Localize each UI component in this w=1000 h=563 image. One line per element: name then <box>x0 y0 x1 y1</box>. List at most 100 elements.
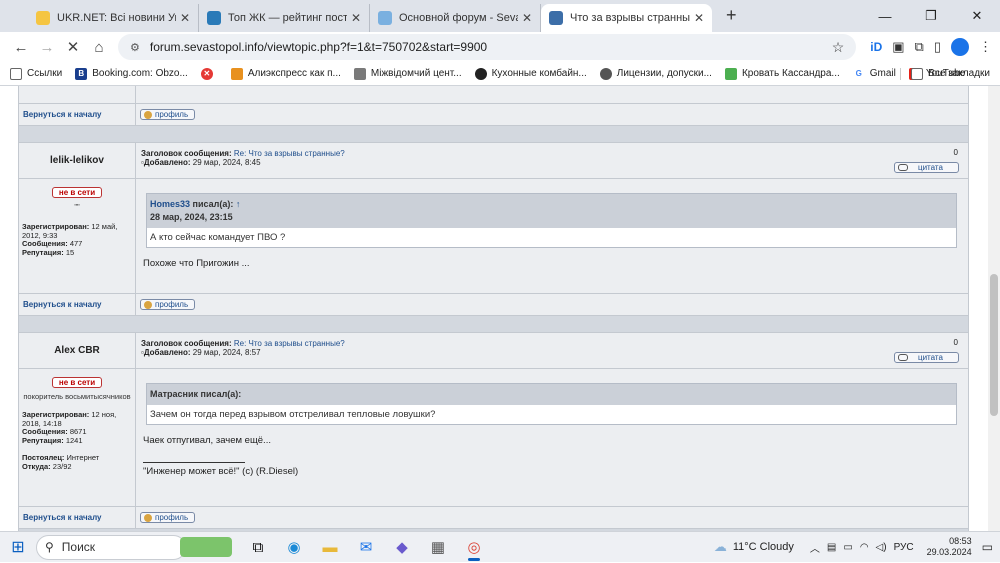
bookmark-aliexpress[interactable]: Алиэкспресс как п... <box>230 67 341 80</box>
quote-button[interactable]: цитата <box>894 162 959 173</box>
profile-button[interactable]: профиль <box>140 512 196 523</box>
quote-author-link[interactable]: Homes33 <box>150 199 190 209</box>
tab-title: UKR.NET: Всі новини України, ... <box>57 12 176 24</box>
weather-widget[interactable]: ☁ 11°C Cloudy <box>714 539 794 555</box>
bookmark-kitchen[interactable]: Кухонные комбайн... <box>474 67 587 80</box>
signature-divider <box>143 462 245 463</box>
back-icon[interactable]: ← <box>8 39 34 56</box>
bookmark-booking[interactable]: B Booking.com: Obzo... <box>75 67 188 80</box>
url-field[interactable]: ⚙ forum.sevastopol.info/viewtopic.php?f=… <box>118 34 857 60</box>
extension-id-icon[interactable]: iD <box>870 40 882 54</box>
forum-topic: Вернуться к началу профиль lelik-lelikov… <box>18 86 969 531</box>
back-to-top-link[interactable]: Вернуться к началу <box>19 294 136 315</box>
new-tab-button[interactable]: + <box>726 5 737 26</box>
post-author[interactable]: Alex CBR <box>19 333 136 368</box>
close-icon[interactable]: ✕ <box>522 11 532 25</box>
google-icon: G <box>852 67 865 80</box>
taskbar-search[interactable]: ⚲ Поиск <box>36 534 186 560</box>
bookmark-links[interactable]: Ссылки <box>10 67 62 80</box>
profile-avatar-icon[interactable] <box>951 38 969 56</box>
quote-text: А кто сейчас командует ПВО ? <box>147 228 956 247</box>
reputation-value: 1241 <box>65 435 83 445</box>
page-scrollbar[interactable] <box>988 86 1000 531</box>
post-number: 0 <box>953 338 958 347</box>
taskbar: ⊞ ⚲ Поиск ⧉ ◉ ▬ ✉ ◆ ▦ ◎ ☁ 11°C Cloudy ︿ ▤ … <box>0 531 1000 562</box>
profile-icon <box>144 300 152 309</box>
page-content: Вернуться к началу профиль lelik-lelikov… <box>0 86 988 531</box>
quote-source-link[interactable]: ↑ <box>236 199 241 209</box>
edge-icon[interactable]: ◉ <box>276 532 312 563</box>
close-icon[interactable]: ✕ <box>351 11 361 25</box>
windows-start-icon[interactable]: ⊞ <box>0 532 36 563</box>
profile-button[interactable]: профиль <box>140 109 196 120</box>
user-rank: "" <box>74 202 80 211</box>
offline-status-badge: не в сети <box>52 377 102 388</box>
post-subject-link[interactable]: Re: Что за взрывы странные? <box>234 339 345 348</box>
quote-text: Зачем он тогда перед взрывом отстреливал… <box>147 405 956 424</box>
close-icon[interactable]: ✕ <box>180 11 190 25</box>
system-clock[interactable]: 08:53 29.03.2024 <box>927 536 972 558</box>
post-text: Похоже что Пригожин ... <box>143 258 250 269</box>
tab-main-forum[interactable]: Основной форум - Sevastopol... ✕ <box>370 4 541 32</box>
restore-icon[interactable]: ❐ <box>908 8 954 24</box>
bookmark-licenses[interactable]: Лицензии, допуски... <box>599 67 712 80</box>
post-header: lelik-lelikov Заголовок сообщения: Re: Ч… <box>19 143 968 179</box>
close-window-icon[interactable]: ✕ <box>954 8 1000 24</box>
building-icon <box>353 67 366 80</box>
folder-icon <box>10 67 22 80</box>
extension-icon[interactable]: ▣ <box>892 39 904 55</box>
site-info-icon[interactable]: ⚙ <box>130 41 140 54</box>
post-body: не в сети "" Зарегистрирован: 12 май, 20… <box>19 179 968 294</box>
file-explorer-icon[interactable]: ▬ <box>312 532 348 563</box>
bookmark-gmail[interactable]: G Gmail <box>852 67 896 80</box>
post-separator <box>19 316 968 333</box>
sidebar-icon[interactable]: ▯ <box>934 39 941 55</box>
chevron-up-icon[interactable]: ︿ <box>810 540 820 555</box>
post-number: 0 <box>953 148 958 157</box>
close-icon[interactable]: ✕ <box>694 11 704 25</box>
bookmark-bed[interactable]: Кровать Кассандра... <box>724 67 840 80</box>
menu-icon[interactable]: ⋮ <box>979 39 992 55</box>
volume-icon[interactable]: ◁) <box>876 542 887 553</box>
forward-icon[interactable]: → <box>34 39 60 56</box>
all-bookmarks[interactable]: Все закладки <box>900 67 990 80</box>
profile-icon <box>144 513 152 522</box>
bookmarks-bar: Ссылки B Booking.com: Obzo... ✕ Алиэкспре… <box>0 62 1000 86</box>
post-footer: Вернуться к началу профиль <box>19 294 968 316</box>
quote-button[interactable]: цитата <box>894 352 959 363</box>
url-text: forum.sevastopol.info/viewtopic.php?f=1&… <box>149 40 488 54</box>
scrollbar-thumb[interactable] <box>990 274 998 416</box>
post-subject-link[interactable]: Re: Что за взрывы странные? <box>234 149 345 158</box>
minimize-icon[interactable]: — <box>862 9 908 24</box>
back-to-top-link[interactable]: Вернуться к началу <box>19 104 136 125</box>
bookmark-x[interactable]: ✕ <box>200 67 218 80</box>
task-view-icon[interactable]: ⧉ <box>240 532 276 563</box>
speech-bubble-icon <box>898 354 908 361</box>
app-cube-icon[interactable]: ◆ <box>384 532 420 563</box>
stop-icon[interactable]: ✕ <box>60 38 86 56</box>
input-language[interactable]: РУС <box>894 542 914 553</box>
wifi-icon[interactable]: ◠ <box>860 542 869 553</box>
bookmark-mizhvid[interactable]: Міжвідомчий цент... <box>353 67 462 80</box>
tab-current-topic[interactable]: Что за взрывы странные? - Ст... ✕ <box>541 4 712 32</box>
telegram-favicon-icon <box>207 11 221 25</box>
battery-icon[interactable]: ▭ <box>843 542 852 553</box>
tab-top-zhk[interactable]: Топ ЖК — рейтинг постов бл... ✕ <box>199 4 370 32</box>
address-bar: ← → ✕ ⌂ ⚙ forum.sevastopol.info/viewtopi… <box>0 32 1000 62</box>
post-author[interactable]: lelik-lelikov <box>19 143 136 178</box>
home-icon[interactable]: ⌂ <box>86 39 112 56</box>
mail-icon[interactable]: ✉ <box>348 532 384 563</box>
bookmark-star-icon[interactable]: ☆ <box>832 39 845 56</box>
tray-app-icon[interactable]: ▤ <box>827 542 836 553</box>
puzzle-icon[interactable]: ⧉ <box>915 39 924 55</box>
kitchen-icon <box>474 67 487 80</box>
folder-icon <box>911 67 924 80</box>
profile-button[interactable]: профиль <box>140 299 196 310</box>
chrome-icon[interactable]: ◎ <box>456 532 492 563</box>
quote-date: 28 мар, 2024, 23:15 <box>150 212 233 222</box>
post-footer: Вернуться к началу профиль <box>19 507 968 529</box>
notification-icon[interactable]: ▭ <box>982 540 993 554</box>
tab-ukrnet[interactable]: UKR.NET: Всі новини України, ... ✕ <box>28 4 199 32</box>
back-to-top-link[interactable]: Вернуться к началу <box>19 507 136 528</box>
calculator-icon[interactable]: ▦ <box>420 532 456 563</box>
